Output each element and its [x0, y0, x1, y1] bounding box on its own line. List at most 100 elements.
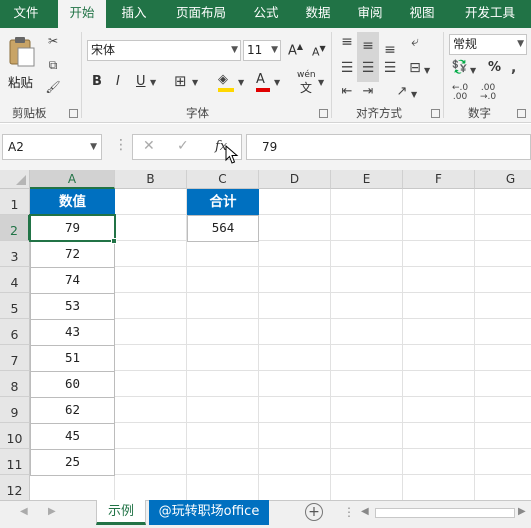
- decrease-font-icon[interactable]: A▼: [312, 44, 326, 59]
- clipboard-launcher-icon[interactable]: [69, 109, 78, 118]
- wrap-text-icon[interactable]: ⤶: [405, 34, 425, 50]
- column-header-e[interactable]: E: [331, 170, 403, 189]
- underline-button[interactable]: U: [136, 74, 146, 89]
- name-box[interactable]: A2 ▼: [2, 134, 102, 160]
- align-center-icon[interactable]: ☰: [359, 60, 377, 76]
- accounting-format-icon[interactable]: 💱: [451, 60, 469, 75]
- scroll-right-icon[interactable]: ▶: [518, 506, 526, 517]
- font-launcher-icon[interactable]: [319, 109, 328, 118]
- row-header-7[interactable]: 7: [0, 345, 30, 371]
- row-header-6[interactable]: 6: [0, 319, 30, 345]
- tab-insert[interactable]: 插入: [112, 0, 156, 28]
- fill-handle[interactable]: [111, 238, 117, 244]
- more-options-icon[interactable]: ⋮: [343, 505, 355, 519]
- font-name-select[interactable]: 宋体 ▼: [87, 40, 241, 61]
- chevron-down-icon[interactable]: ▼: [238, 78, 244, 87]
- more-options-icon[interactable]: ⋮: [114, 137, 128, 153]
- scroll-left-icon[interactable]: ◀: [361, 506, 369, 517]
- column-header-c[interactable]: C: [187, 170, 259, 189]
- tab-home[interactable]: 开始: [58, 0, 106, 30]
- chevron-down-icon[interactable]: ▼: [192, 78, 198, 87]
- row-header-11[interactable]: 11: [0, 449, 30, 475]
- merge-center-icon[interactable]: ⊟: [405, 60, 425, 76]
- cancel-icon[interactable]: ✕: [143, 138, 155, 154]
- row-header-1[interactable]: 1: [0, 189, 30, 215]
- middle-align-icon[interactable]: ≡: [359, 38, 377, 54]
- sheet-tab-office[interactable]: @玩转职场office: [149, 500, 269, 525]
- column-header-g[interactable]: G: [475, 170, 531, 189]
- orientation-icon[interactable]: ↗: [393, 84, 411, 99]
- column-header-b[interactable]: B: [115, 170, 187, 189]
- row-header-5[interactable]: 5: [0, 293, 30, 319]
- cell-a6[interactable]: 43: [30, 319, 115, 346]
- row-header-2[interactable]: 2: [0, 215, 30, 241]
- tab-file[interactable]: 文件: [4, 0, 48, 28]
- worksheet-grid[interactable]: A B C D E F G 1 2 3 4 5 6 7 8 9 10 11 12 数值 79 72 74 53 43 51 60 62…: [0, 170, 531, 500]
- tab-data[interactable]: 数据: [296, 0, 340, 28]
- select-all-corner[interactable]: [0, 170, 30, 189]
- top-align-icon[interactable]: ≡: [338, 34, 356, 50]
- alignment-launcher-icon[interactable]: [431, 109, 440, 118]
- column-header-f[interactable]: F: [403, 170, 475, 189]
- paste-button[interactable]: 粘贴: [4, 34, 38, 94]
- italic-button[interactable]: I: [116, 74, 120, 89]
- tab-formulas[interactable]: 公式: [244, 0, 288, 28]
- row-header-3[interactable]: 3: [0, 241, 30, 267]
- increase-font-icon[interactable]: A▲: [288, 42, 303, 58]
- cell-a9[interactable]: 62: [30, 397, 115, 424]
- chevron-down-icon[interactable]: ▼: [411, 90, 417, 99]
- align-right-icon[interactable]: ☰: [381, 60, 399, 76]
- column-header-d[interactable]: D: [259, 170, 331, 189]
- chevron-down-icon[interactable]: ▼: [470, 66, 476, 75]
- copy-icon[interactable]: ⧉: [44, 58, 62, 73]
- cell-a8[interactable]: 60: [30, 371, 115, 398]
- align-left-icon[interactable]: ☰: [338, 60, 356, 76]
- fill-color-icon[interactable]: ◈: [218, 72, 236, 92]
- scroll-left-icon[interactable]: ◀: [20, 506, 28, 517]
- cut-icon[interactable]: ✂: [44, 34, 62, 48]
- bottom-align-icon[interactable]: ≡: [381, 42, 399, 58]
- row-header-8[interactable]: 8: [0, 371, 30, 397]
- format-painter-icon[interactable]: 🖌: [44, 80, 62, 94]
- column-header-a[interactable]: A: [30, 170, 115, 189]
- border-icon[interactable]: ⊞: [174, 72, 187, 90]
- cell-a1[interactable]: 数值: [30, 189, 115, 216]
- tab-view[interactable]: 视图: [400, 0, 444, 28]
- cell-a11[interactable]: 25: [30, 449, 115, 476]
- row-header-4[interactable]: 4: [0, 267, 30, 293]
- enter-icon[interactable]: ✓: [177, 138, 189, 154]
- font-color-icon[interactable]: A: [256, 72, 272, 92]
- number-format-select[interactable]: 常规 ▼: [449, 34, 527, 55]
- cell-a5[interactable]: 53: [30, 293, 115, 320]
- tab-review[interactable]: 审阅: [348, 0, 392, 28]
- decrease-indent-icon[interactable]: ⇤: [338, 84, 356, 99]
- tab-developer[interactable]: 开发工具: [452, 0, 528, 28]
- number-launcher-icon[interactable]: [517, 109, 526, 118]
- chevron-down-icon[interactable]: ▼: [150, 78, 156, 87]
- row-header-9[interactable]: 9: [0, 397, 30, 423]
- comma-style-icon[interactable]: ,: [511, 60, 516, 76]
- cell-a4[interactable]: 74: [30, 267, 115, 294]
- chevron-down-icon[interactable]: ▼: [274, 78, 280, 87]
- cell-c2[interactable]: 564: [187, 215, 259, 242]
- percent-button[interactable]: %: [488, 60, 501, 75]
- chevron-down-icon[interactable]: ▼: [318, 78, 324, 87]
- sheet-tab-example[interactable]: 示例: [96, 500, 146, 525]
- cell-c1[interactable]: 合计: [187, 189, 259, 216]
- bold-button[interactable]: B: [92, 74, 102, 89]
- scroll-right-icon[interactable]: ▶: [48, 506, 56, 517]
- row-header-10[interactable]: 10: [0, 423, 30, 449]
- cell-a3[interactable]: 72: [30, 241, 115, 268]
- phonetic-guide-icon[interactable]: wén 文: [296, 70, 318, 95]
- horizontal-scrollbar[interactable]: [375, 508, 515, 518]
- cell-a10[interactable]: 45: [30, 423, 115, 450]
- chevron-down-icon[interactable]: ▼: [424, 66, 430, 75]
- decrease-decimal-icon[interactable]: .00 →.0: [480, 84, 496, 102]
- cell-a7[interactable]: 51: [30, 345, 115, 372]
- formula-input[interactable]: 79: [246, 134, 531, 160]
- increase-decimal-icon[interactable]: ←.0.00: [452, 84, 468, 102]
- increase-indent-icon[interactable]: ⇥: [359, 84, 377, 99]
- row-header-12[interactable]: 12: [0, 475, 30, 500]
- font-size-select[interactable]: 11 ▼: [243, 40, 281, 61]
- tab-page-layout[interactable]: 页面布局: [166, 0, 236, 28]
